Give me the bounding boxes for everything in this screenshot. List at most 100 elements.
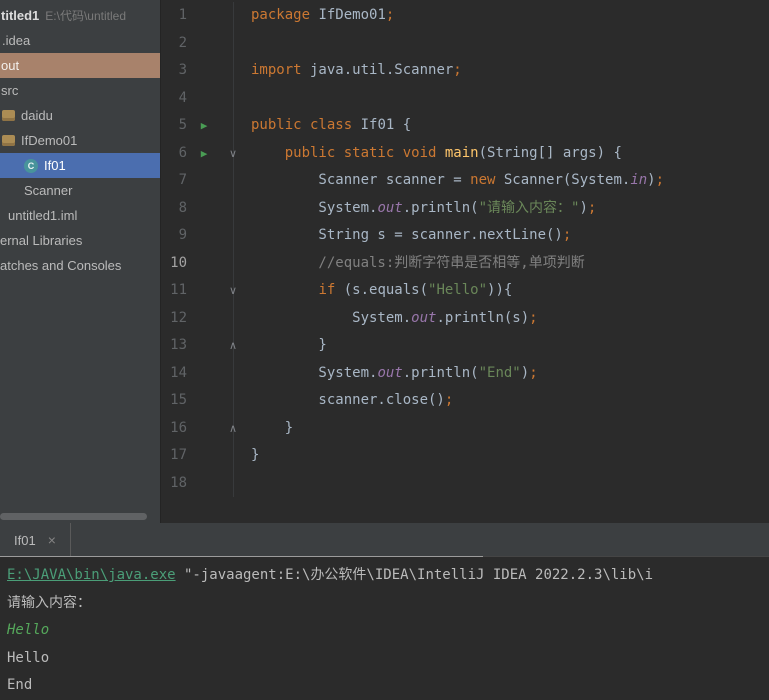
- line-number: 8: [178, 199, 187, 216]
- code-seg-pl: java.util.Scanner: [301, 62, 454, 78]
- editor-gutter: 1: [161, 2, 242, 30]
- code-seg-pl: .println(s): [436, 309, 530, 326]
- editor-gutter: 13 ∧: [161, 332, 242, 360]
- console-line: Hello: [7, 617, 769, 645]
- code-seg-str: "End": [478, 364, 521, 381]
- project-hscrollbar[interactable]: [0, 513, 147, 520]
- code-seg-semi: ;: [655, 172, 665, 188]
- code-text[interactable]: [242, 30, 251, 58]
- editor-line: 8 System.out.println("请输入内容：");: [161, 194, 769, 223]
- editor-line: 14 System.out.println("End");: [161, 359, 769, 388]
- code-seg-pl: System.: [251, 309, 412, 326]
- line-number: 18: [170, 474, 187, 491]
- tree-item-label: titled1: [1, 8, 40, 23]
- code-seg-fld: out: [377, 199, 403, 216]
- tree-item-idea[interactable]: .idea: [0, 28, 161, 53]
- package-icon: [2, 110, 15, 121]
- code-seg-pl: [251, 145, 285, 161]
- line-number: 13: [170, 337, 187, 353]
- code-seg-pl: }: [251, 419, 294, 436]
- tree-item-daidu[interactable]: daidu: [0, 103, 161, 128]
- line-number: 15: [170, 392, 187, 408]
- console-tab-if01[interactable]: If01 ×: [0, 523, 71, 557]
- tree-item-untitled1-iml[interactable]: untitled1.iml: [0, 203, 161, 228]
- code-seg-semi: ;: [385, 7, 395, 23]
- code-text[interactable]: System.out.println("请输入内容：");: [242, 195, 596, 223]
- code-text[interactable]: scanner.close();: [242, 387, 453, 415]
- tree-item-src[interactable]: src: [0, 78, 161, 103]
- tree-item-scratches-and-consoles[interactable]: atches and Consoles: [0, 253, 161, 278]
- run-icon[interactable]: ▶: [197, 112, 211, 140]
- editor-line: 13 ∧ }: [161, 332, 769, 360]
- code-seg-semi: ;: [587, 199, 597, 216]
- tree-item-label: IfDemo01: [21, 133, 78, 148]
- code-seg-pl: ): [647, 172, 656, 188]
- tree-item-label: daidu: [21, 108, 53, 123]
- fold-open-icon[interactable]: ∨: [225, 277, 241, 305]
- code-text[interactable]: System.out.println("End");: [242, 360, 537, 388]
- line-number: 17: [170, 447, 187, 463]
- code-text[interactable]: }: [242, 415, 293, 443]
- editor-gutter: 8: [161, 194, 242, 223]
- code-text[interactable]: //equals:判断字符串是否相等,单项判断: [242, 250, 584, 278]
- tree-item-label: .idea: [2, 33, 31, 48]
- line-number: 9: [178, 227, 187, 243]
- code-seg-pl: }: [251, 337, 327, 353]
- fold-end-icon[interactable]: ∧: [225, 332, 241, 360]
- code-text[interactable]: import java.util.Scanner;: [242, 57, 462, 85]
- tree-item-external-libraries[interactable]: ernal Libraries: [0, 228, 161, 253]
- code-editor: 1 package IfDemo01; 2 3 import java.util.Sca…: [161, 0, 769, 523]
- line-number: 16: [170, 419, 187, 436]
- code-text[interactable]: if (s.equals("Hello")){: [242, 277, 512, 305]
- tree-item-if01[interactable]: C If01: [0, 153, 161, 178]
- code-text[interactable]: package IfDemo01;: [242, 2, 394, 30]
- code-seg-semi: ;: [444, 392, 454, 408]
- editor-gutter: 18: [161, 469, 242, 498]
- code-text[interactable]: System.out.println(s);: [242, 305, 537, 333]
- close-icon[interactable]: ×: [48, 532, 56, 548]
- code-text[interactable]: String s = scanner.nextLine();: [242, 222, 571, 250]
- project-panel: titled1 E:\代码\untitled .idea out src daidu IfD…: [0, 0, 161, 523]
- app-window: titled1 E:\代码\untitled .idea out src daidu IfD…: [0, 0, 769, 700]
- code-seg-pl: (s.equals(: [335, 282, 429, 298]
- tree-item-label: Scanner: [24, 183, 73, 198]
- code-text[interactable]: }: [242, 442, 259, 470]
- run-icon[interactable]: ▶: [197, 140, 211, 168]
- code-seg-semi: ;: [562, 227, 572, 243]
- code-text[interactable]: [242, 470, 251, 498]
- tree-item-untitled1[interactable]: titled1 E:\代码\untitled: [0, 3, 161, 28]
- console-text: "-javaagent:E:\办公软件\IDEA\IntelliJ IDEA 2…: [175, 567, 654, 583]
- console-tab-bar: If01 ×: [0, 523, 769, 557]
- code-seg-pl: IfDemo01: [310, 7, 386, 23]
- line-number: 11: [170, 282, 187, 298]
- code-seg-pl: System.: [251, 199, 378, 216]
- code-seg-pl: System.: [251, 364, 378, 381]
- tree-item-ifdemo01[interactable]: IfDemo01: [0, 128, 161, 153]
- code-text[interactable]: [242, 85, 251, 113]
- editor-gutter: 4: [161, 84, 242, 113]
- code-seg-pl: }: [251, 447, 260, 463]
- code-seg-pl: Scanner scanner =: [251, 172, 471, 188]
- tree-item-out[interactable]: out: [0, 53, 161, 78]
- editor-line: 1 package IfDemo01;: [161, 2, 769, 30]
- editor-line: 4: [161, 84, 769, 113]
- fold-end-icon[interactable]: ∧: [225, 415, 241, 443]
- code-text[interactable]: Scanner scanner = new Scanner(System.in)…: [242, 167, 664, 195]
- console-text: Hello: [7, 622, 50, 638]
- tree-item-label: atches and Consoles: [0, 258, 122, 273]
- line-number: 10: [170, 254, 187, 271]
- console-output[interactable]: E:\JAVA\bin\java.exe "-javaagent:E:\办公软件…: [0, 557, 769, 700]
- console-link[interactable]: E:\JAVA\bin\java.exe: [7, 567, 176, 583]
- tree-item-scanner[interactable]: Scanner: [0, 178, 161, 203]
- code-seg-semi: ;: [453, 62, 462, 78]
- code-seg-pl: )){: [487, 282, 513, 298]
- fold-open-icon[interactable]: ∨: [225, 140, 241, 168]
- editor-gutter: 7: [161, 167, 242, 195]
- code-text[interactable]: }: [242, 332, 327, 360]
- code-text[interactable]: public static void main(String[] args) {: [242, 140, 622, 168]
- code-seg-fld: out: [411, 309, 437, 326]
- code-text[interactable]: public class If01 {: [242, 112, 411, 140]
- code-seg-kw: if: [318, 282, 336, 298]
- code-seg-str: "请输入内容：": [478, 199, 580, 216]
- editor-gutter: 6 ▶ ∨: [161, 139, 242, 168]
